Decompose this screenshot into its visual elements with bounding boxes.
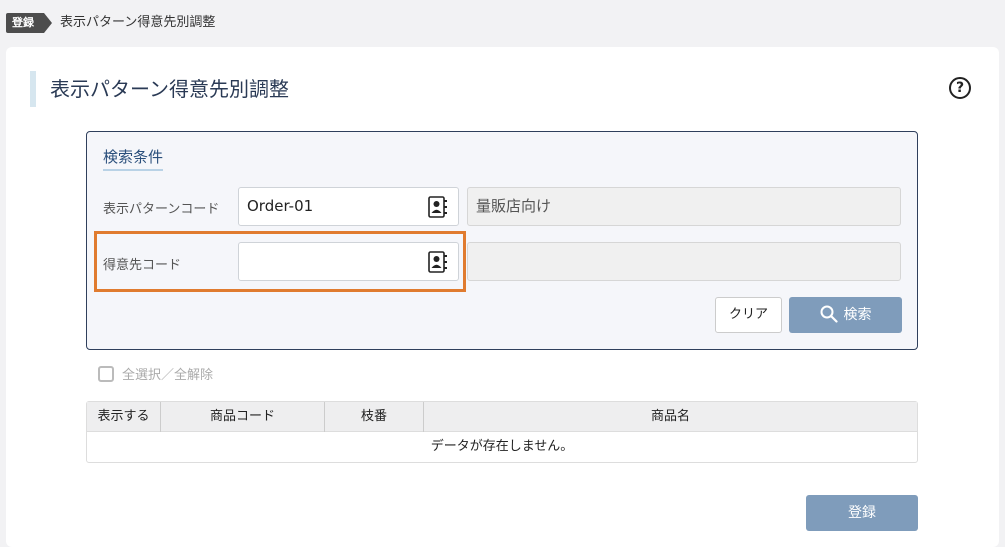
title-accent-bar: [30, 71, 36, 107]
column-header-branch: 枝番: [325, 402, 424, 432]
select-all-label: 全選択／全解除: [122, 368, 214, 383]
breadcrumb-tag: 登録: [6, 13, 52, 33]
pattern-code-label: 表示パターンコード: [103, 202, 220, 217]
search-button-label: 検索: [843, 307, 872, 323]
customer-code-highlight: [94, 231, 466, 292]
search-icon: [820, 305, 838, 323]
breadcrumb: 登録 表示パターン得意先別調整: [0, 0, 1005, 44]
pattern-name-field: 量販店向け: [467, 187, 901, 226]
column-header-display: 表示する: [87, 402, 161, 432]
page-title: 表示パターン得意先別調整: [50, 77, 289, 101]
product-table: 表示する 商品コード 枝番 商品名 データが存在しません。: [86, 401, 918, 463]
table-empty-message: データが存在しません。: [430, 439, 574, 454]
table-header-row: 表示する 商品コード 枝番 商品名: [87, 402, 917, 432]
search-panel-title: 検索条件: [103, 146, 164, 171]
breadcrumb-title: 表示パターン得意先別調整: [60, 15, 216, 30]
select-all-checkbox[interactable]: [98, 366, 114, 382]
column-header-product-code: 商品コード: [161, 402, 325, 432]
select-all-toggle[interactable]: 全選択／全解除: [98, 366, 214, 385]
customer-name-field: [467, 242, 901, 281]
pattern-name-value: 量販店向け: [476, 197, 552, 215]
clear-button[interactable]: クリア: [715, 297, 782, 333]
pattern-code-value: Order-01: [247, 197, 314, 215]
column-header-product-name: 商品名: [650, 409, 690, 424]
pattern-code-input[interactable]: Order-01: [238, 187, 459, 226]
main-card: 表示パターン得意先別調整 ? 検索条件 表示パターンコード Order-01 量…: [6, 47, 999, 547]
search-button[interactable]: 検索: [789, 297, 902, 333]
contact-book-icon[interactable]: [428, 196, 448, 218]
help-icon[interactable]: ?: [949, 77, 971, 99]
register-button[interactable]: 登録: [806, 495, 918, 531]
